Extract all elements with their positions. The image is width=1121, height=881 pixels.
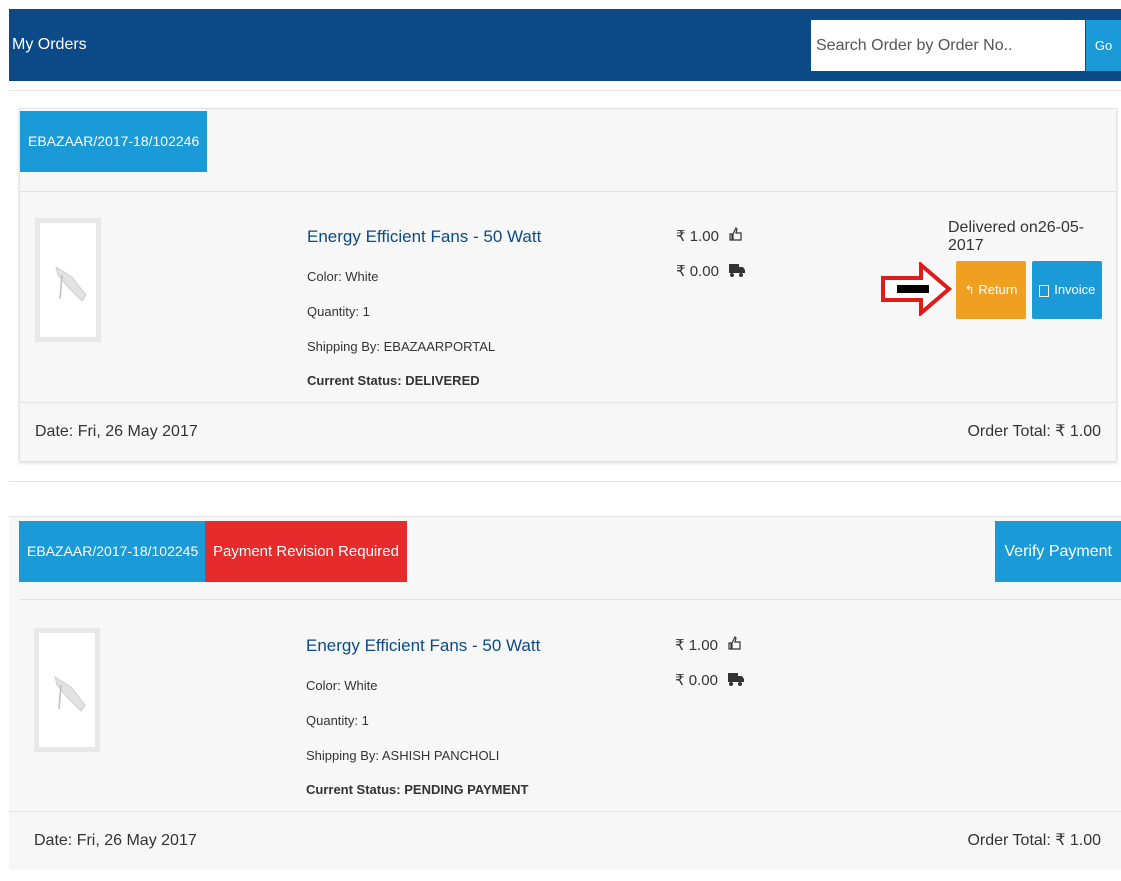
order-number[interactable]: EBAZAAR/2017-18/102246 <box>20 111 208 172</box>
shipping-by: Shipping By: ASHISH PANCHOLI <box>306 748 500 763</box>
return-button[interactable]: ↰ Return <box>956 261 1026 319</box>
product-color: Color: White <box>307 269 379 284</box>
product-quantity: Quantity: 1 <box>306 713 369 728</box>
item-price: ₹ 1.00 <box>676 227 743 247</box>
order-header: EBAZAAR/2017-18/102245 Payment Revision … <box>19 517 1121 600</box>
page-title: My Orders <box>12 36 87 53</box>
thumbs-up-icon <box>729 227 743 247</box>
product-color: Color: White <box>306 678 378 693</box>
product-name[interactable]: Energy Efficient Fans - 50 Watt <box>306 636 540 656</box>
truck-icon <box>729 263 746 281</box>
order-body: Energy Efficient Fans - 50 Watt Color: W… <box>19 599 1121 811</box>
order-body: Energy Efficient Fans - 50 Watt Color: W… <box>20 191 1116 402</box>
order-number[interactable]: EBAZAAR/2017-18/102245 <box>19 521 207 582</box>
delivered-date: Delivered on26-05-2017 <box>948 219 1085 254</box>
order-card: EBAZAAR/2017-18/102245 Payment Revision … <box>9 516 1121 870</box>
reply-icon: ↰ <box>964 283 975 297</box>
shipping-price: ₹ 0.00 <box>675 671 745 690</box>
product-thumbnail[interactable] <box>34 628 100 752</box>
order-footer: Date: Fri, 26 May 2017 Order Total: ₹ 1.… <box>20 402 1116 461</box>
order-footer: Date: Fri, 26 May 2017 Order Total: ₹ 1.… <box>9 811 1121 870</box>
shipping-by: Shipping By: EBAZAARPORTAL <box>307 339 496 354</box>
item-price: ₹ 1.00 <box>675 636 742 656</box>
fan-product-image <box>54 675 86 712</box>
go-button[interactable]: Go <box>1086 20 1121 71</box>
order-date: Date: Fri, 26 May 2017 <box>35 423 198 440</box>
thumbs-up-icon <box>728 636 742 656</box>
item-price-value: ₹ 1.00 <box>675 637 718 654</box>
top-header: My Orders Go <box>9 9 1121 81</box>
return-label: Return <box>978 282 1018 297</box>
shipping-price: ₹ 0.00 <box>676 262 746 281</box>
shipping-price-value: ₹ 0.00 <box>675 672 718 689</box>
search-input[interactable] <box>811 20 1085 71</box>
order-card: EBAZAAR/2017-18/102246 Energy Efficient … <box>19 108 1117 462</box>
order-total: Order Total: ₹ 1.00 <box>967 832 1101 849</box>
order-header: EBAZAAR/2017-18/102246 <box>20 109 1116 192</box>
invoice-button[interactable]: Invoice <box>1032 261 1102 319</box>
truck-icon <box>728 672 745 690</box>
arrow-annotation-icon <box>881 262 953 316</box>
item-price-value: ₹ 1.00 <box>676 228 719 245</box>
shipping-price-value: ₹ 0.00 <box>676 263 719 280</box>
order-total: Order Total: ₹ 1.00 <box>967 423 1101 440</box>
search-bar: Go <box>811 20 1121 71</box>
product-quantity: Quantity: 1 <box>307 304 370 319</box>
fan-product-image <box>55 265 87 302</box>
current-status: Current Status: PENDING PAYMENT <box>306 782 529 797</box>
order-date: Date: Fri, 26 May 2017 <box>34 832 197 849</box>
divider <box>9 481 1121 482</box>
product-name[interactable]: Energy Efficient Fans - 50 Watt <box>307 227 541 247</box>
payment-status-badge: Payment Revision Required <box>205 521 407 582</box>
invoice-label: Invoice <box>1054 282 1096 297</box>
current-status: Current Status: DELIVERED <box>307 373 480 388</box>
divider <box>9 90 1121 91</box>
product-thumbnail[interactable] <box>35 218 101 342</box>
verify-payment-button[interactable]: Verify Payment <box>995 521 1121 582</box>
file-icon <box>1038 284 1049 297</box>
